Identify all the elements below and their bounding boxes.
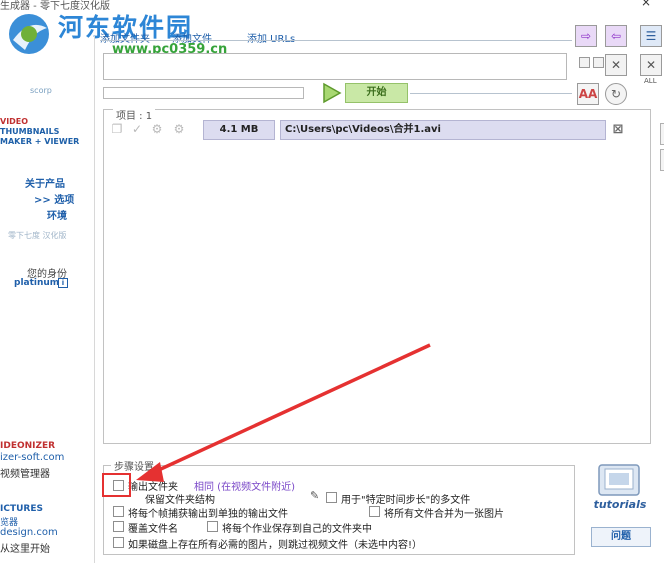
skip-existing-checkbox[interactable] <box>113 537 124 548</box>
list-item[interactable]: ❐ ✓ ⚙ ⚙ 4.1 MB C:\Users\pc\Videos\合并1.av… <box>110 119 610 143</box>
help-button[interactable]: 问题 <box>591 527 651 547</box>
move-down-icon[interactable]: ⇨ <box>575 25 597 47</box>
side-button-1[interactable] <box>660 123 664 145</box>
check-icon[interactable]: ✓ <box>130 122 144 136</box>
sidebar-item-options[interactable]: >> 选项 <box>34 191 74 206</box>
brand-line-3: MAKER + VIEWER <box>0 137 80 146</box>
promo-1-name[interactable]: IDEONIZER <box>0 441 55 451</box>
own-folder-label: 将每个作业保存到自己的文件夹中 <box>222 524 372 535</box>
fixed-step-label: 用于"特定时间步长"的多文件 <box>341 495 471 506</box>
title-bar: 生成器 - 零下七度汉化版 × <box>0 0 664 12</box>
file-path: C:\Users\pc\Videos\合并1.avi <box>280 120 606 140</box>
annotation-highlight-box <box>102 473 131 497</box>
reload-icon[interactable]: ↻ <box>605 83 627 105</box>
move-up-icon[interactable]: ⇦ <box>605 25 627 47</box>
brand-line-2: THUMBNAILS <box>0 127 60 136</box>
play-icon[interactable] <box>320 82 342 104</box>
font-icon[interactable]: AA <box>577 83 599 105</box>
copy-icon[interactable]: ❐ <box>110 122 124 136</box>
brand-line-1: VIDEO <box>0 117 29 126</box>
status-text-area[interactable] <box>103 53 567 80</box>
side-button-2[interactable] <box>660 149 664 171</box>
sidebar-item-environment[interactable]: 环境 <box>47 207 67 222</box>
each-frame-checkbox[interactable] <box>113 506 124 517</box>
watermark-logo <box>9 14 49 54</box>
translator-credit: 零下七度 汉化版 <box>8 231 67 240</box>
promo-2-description: 从这里开始 <box>0 544 50 555</box>
remove-item-icon[interactable]: ⊠ <box>611 123 625 137</box>
select-icon[interactable] <box>579 57 590 68</box>
file-list[interactable] <box>103 109 651 444</box>
pen-icon[interactable]: ✎ <box>310 489 319 502</box>
remove-all-icon[interactable]: ✕ <box>640 54 662 76</box>
sidebar: scorp VIDEO THUMBNAILS MAKER + VIEWER 关于… <box>0 60 95 563</box>
merge-all-checkbox[interactable] <box>369 506 380 517</box>
add-folder-button[interactable]: 添加文件夹 <box>100 30 150 45</box>
deselect-icon[interactable] <box>593 57 604 68</box>
keep-structure-label: 保留文件夹结构 <box>145 495 215 506</box>
skip-existing-label: 如果磁盘上存在所有必需的图片，则跳过视频文件（未选中内容!） <box>128 540 423 551</box>
info-icon[interactable]: i <box>58 278 68 288</box>
fixed-step-checkbox[interactable] <box>326 492 337 503</box>
gear-icon[interactable]: ⚙ <box>172 122 186 136</box>
promo-2-name[interactable]: ICTURES <box>0 504 43 514</box>
add-file-button[interactable]: 添加文件 <box>172 30 212 45</box>
panel-divider <box>94 36 95 563</box>
overwrite-checkbox[interactable] <box>113 521 124 532</box>
toolbar-divider <box>100 40 572 41</box>
tutorials-icon[interactable] <box>585 463 655 520</box>
window-close-button[interactable]: × <box>636 0 656 8</box>
progress-bar <box>103 87 304 99</box>
own-folder-checkbox[interactable] <box>207 521 218 532</box>
identity-value: platinum <box>14 278 60 288</box>
start-button[interactable]: 开始 <box>345 83 408 103</box>
start-divider <box>410 93 572 94</box>
each-frame-label: 将每个帧捕获输出到单独的输出文件 <box>128 509 288 520</box>
promo-2-site[interactable]: design.com <box>0 527 58 538</box>
scorp-logo: scorp <box>30 86 52 95</box>
sidebar-item-about[interactable]: 关于产品 <box>25 175 65 190</box>
settings-icon[interactable]: ⚙ <box>150 122 164 136</box>
merge-all-label: 将所有文件合并为一张图片 <box>384 509 504 520</box>
remove-selected-icon[interactable]: ✕ <box>605 54 627 76</box>
tutorials-label[interactable]: tutorials <box>585 498 655 511</box>
overwrite-label: 覆盖文件名 <box>128 524 178 535</box>
list-view-icon[interactable]: ☰ <box>640 25 662 47</box>
promo-1-description: 视频管理器 <box>0 469 50 480</box>
output-settings-label: 步骤设置 <box>111 458 157 473</box>
promo-1-site[interactable]: izer-soft.com <box>0 452 64 463</box>
add-urls-button[interactable]: 添加 URLs <box>247 30 295 45</box>
remove-all-label: ALL <box>644 77 657 85</box>
file-size: 4.1 MB <box>203 120 275 140</box>
